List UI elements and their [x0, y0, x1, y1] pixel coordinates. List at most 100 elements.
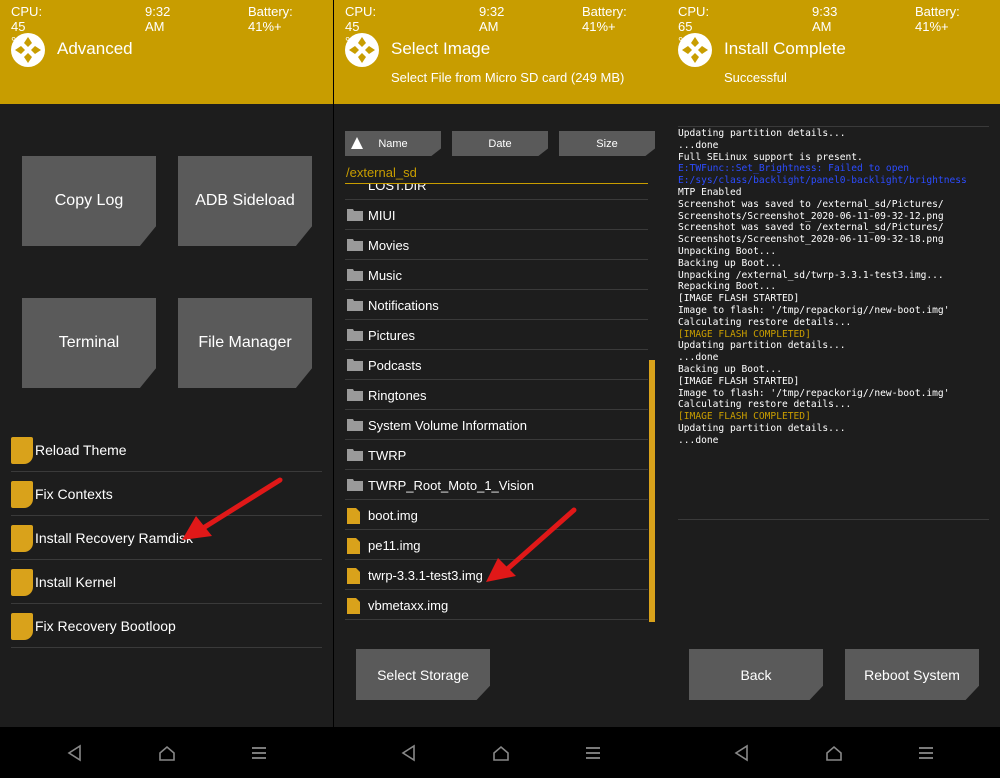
folder-icon — [347, 479, 363, 491]
folder-row[interactable]: Music — [345, 260, 648, 290]
console-line: Full SELinux support is present. — [678, 151, 863, 163]
install-complete-screen: CPU: 65 °C 9:33 AM Battery: 41%+ Install… — [667, 0, 1000, 778]
folder-row[interactable]: Podcasts — [345, 350, 648, 380]
folder-row[interactable]: TWRP — [345, 440, 648, 470]
file-icon — [347, 538, 360, 554]
folder-icon — [347, 269, 363, 281]
console-line: Image to flash: '/tmp/repackorig//new-bo… — [678, 387, 950, 399]
menu-icon[interactable] — [249, 743, 269, 763]
back-triangle-icon[interactable] — [65, 743, 85, 763]
file-name: pe11.img — [368, 538, 421, 553]
checkbox-icon[interactable] — [11, 437, 33, 464]
folder-icon — [347, 389, 363, 401]
clock: 9:32 AM — [145, 4, 171, 34]
folder-name: TWRP — [368, 448, 407, 463]
folder-row[interactable]: Pictures — [345, 320, 648, 350]
option-reload-theme[interactable]: Reload Theme — [11, 428, 322, 472]
console-line: Updating partition details... — [678, 128, 846, 139]
sort-by-name-button[interactable]: Name — [345, 131, 441, 156]
folder-row[interactable]: Ringtones — [345, 380, 648, 410]
console-bottom-divider — [678, 519, 989, 520]
console-line: [IMAGE FLASH COMPLETED] — [678, 328, 811, 340]
console-line: E:TWFunc::Set_Brightness: Failed to open — [678, 163, 910, 175]
checkbox-icon[interactable] — [11, 525, 33, 552]
list-item[interactable]: LOST.DIR — [345, 184, 648, 200]
console-line: Screenshot was saved to /external_sd/Pic… — [678, 198, 944, 210]
sort-triangle-icon — [351, 137, 363, 149]
folder-row[interactable]: Notifications — [345, 290, 648, 320]
console-line: Repacking Boot... — [678, 281, 777, 293]
file-name: vbmetaxx.img — [368, 598, 449, 613]
home-icon[interactable] — [824, 743, 844, 763]
console-line: Updating partition details... — [678, 422, 846, 434]
page-title: Advanced — [57, 39, 133, 58]
twrp-logo-icon — [11, 33, 45, 67]
battery: Battery: 41%+ — [915, 4, 960, 34]
folder-name: System Volume Information — [368, 418, 527, 433]
folder-icon — [347, 299, 363, 311]
option-install-kernel[interactable]: Install Kernel — [11, 560, 322, 604]
twrp-logo-icon — [678, 33, 712, 67]
folder-name: Pictures — [368, 328, 415, 343]
folder-name: Ringtones — [368, 388, 427, 403]
page-subtitle: Successful — [724, 70, 787, 85]
option-label: Reload Theme — [35, 442, 127, 458]
home-icon[interactable] — [157, 743, 177, 763]
console-line: E:/sys/class/backlight/panel0-backlight/… — [678, 175, 967, 187]
battery: Battery: 41%+ — [582, 4, 627, 34]
navigation-bar — [667, 727, 1000, 778]
home-icon[interactable] — [491, 743, 511, 763]
scrollbar[interactable] — [649, 360, 655, 622]
console-line: Unpacking /external_sd/twrp-3.3.1-test3.… — [678, 269, 944, 281]
console-line: Screenshots/Screenshot_2020-06-11-09-32-… — [678, 210, 944, 222]
header: CPU: 65 °C 9:33 AM Battery: 41%+ Install… — [667, 0, 1000, 104]
checkbox-icon[interactable] — [11, 481, 33, 508]
adb-sideload-button[interactable]: ADB Sideload — [178, 156, 312, 246]
folder-row[interactable]: Movies — [345, 230, 648, 260]
terminal-button[interactable]: Terminal — [22, 298, 156, 388]
copy-log-button[interactable]: Copy Log — [22, 156, 156, 246]
sort-by-date-button[interactable]: Date — [452, 131, 548, 156]
clock: 9:32 AM — [479, 4, 505, 34]
navigation-bar — [334, 727, 667, 778]
folder-icon — [347, 329, 363, 341]
folder-icon — [347, 209, 363, 221]
folder-name: Movies — [368, 238, 410, 253]
advanced-screen: CPU: 45 °C 9:32 AM Battery: 41%+ Advance… — [0, 0, 333, 778]
page-subtitle: Select File from Micro SD card (249 MB) — [391, 70, 625, 85]
reboot-system-button[interactable]: Reboot System — [845, 649, 979, 700]
sort-label: Name — [378, 137, 408, 150]
header: CPU: 45 °C 9:32 AM Battery: 41%+ Advance… — [0, 0, 333, 104]
folder-name: MIUI — [368, 208, 396, 223]
console-line: ...done — [678, 352, 719, 364]
sort-by-size-button[interactable]: Size — [559, 131, 655, 156]
folder-row[interactable]: TWRP_Root_Moto_1_Vision — [345, 470, 648, 500]
folder-row[interactable]: MIUI — [345, 200, 648, 230]
console-line: Calculating restore details... — [678, 316, 852, 328]
back-button[interactable]: Back — [689, 649, 823, 700]
header: CPU: 45 °C 9:32 AM Battery: 41%+ Select … — [334, 0, 667, 104]
twrp-logo-icon — [345, 33, 379, 67]
file-name: boot.img — [368, 508, 418, 523]
menu-icon[interactable] — [583, 743, 603, 763]
console-log: Updating partition details... ...done Full… — [678, 128, 990, 518]
item-name: LOST.DIR — [368, 184, 427, 193]
file-row[interactable]: vbmetaxx.img — [345, 590, 648, 620]
checkbox-icon[interactable] — [11, 613, 33, 640]
file-name: twrp-3.3.1-test3.img — [368, 568, 483, 583]
checkbox-icon[interactable] — [11, 569, 33, 596]
folder-name: Podcasts — [368, 358, 422, 373]
current-path: /external_sd — [346, 165, 417, 180]
red-arrow-icon — [182, 477, 283, 540]
menu-icon[interactable] — [916, 743, 936, 763]
select-storage-button[interactable]: Select Storage — [356, 649, 490, 700]
console-line: Updating partition details... — [678, 340, 846, 352]
select-image-screen: CPU: 45 °C 9:32 AM Battery: 41%+ Select … — [334, 0, 667, 778]
file-manager-button[interactable]: File Manager — [178, 298, 312, 388]
back-triangle-icon[interactable] — [732, 743, 752, 763]
console-line: Calculating restore details... — [678, 399, 852, 411]
console-top-divider — [678, 126, 989, 127]
folder-row[interactable]: System Volume Information — [345, 410, 648, 440]
option-fix-recovery-bootloop[interactable]: Fix Recovery Bootloop — [11, 604, 322, 648]
back-triangle-icon[interactable] — [399, 743, 419, 763]
